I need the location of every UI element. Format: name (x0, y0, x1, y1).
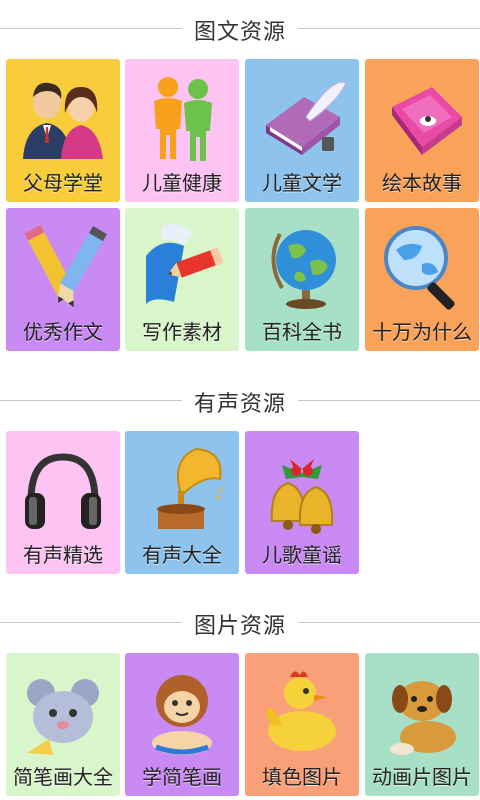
tile-picture-stories[interactable]: 绘本故事 (365, 59, 479, 202)
globe-icon (271, 230, 336, 309)
tile-label: 优秀作文 (23, 320, 103, 344)
storybook-icon (392, 87, 462, 155)
mouse-cheese-icon (27, 679, 99, 755)
tile-stick-drawing-collection[interactable]: 简笔画大全 (6, 653, 120, 796)
tile-label: 写作素材 (142, 320, 222, 344)
monkey-icon (152, 675, 212, 755)
section-title: 有声资源 (193, 392, 286, 417)
tile-children-health[interactable]: 儿童健康 (125, 59, 239, 202)
tile-label: 儿童文学 (262, 171, 342, 195)
svg-text:♪: ♪ (214, 484, 224, 503)
duckling-icon (266, 671, 336, 751)
tile-label: 动画片图片 (372, 765, 472, 789)
tile-label: 儿童健康 (142, 171, 222, 195)
tile-children-literature[interactable]: 儿童文学 (245, 59, 359, 202)
tile-encyclopedia[interactable]: 百科全书 (245, 208, 359, 351)
section-header-audio-resources: 有声资源 (0, 380, 480, 420)
tile-label: 父母学堂 (23, 171, 103, 195)
divider-line (298, 28, 480, 29)
tile-label: 儿歌童谣 (262, 543, 342, 567)
tile-label: 百科全书 (262, 320, 342, 344)
tile-parents-school[interactable]: 父母学堂 (6, 59, 120, 202)
tile-audio-collection[interactable]: ♪ 有声大全 (125, 431, 239, 574)
parents-icon (23, 82, 103, 159)
section-title: 图文资源 (193, 20, 286, 45)
children-health-icon (154, 77, 212, 161)
pencils-icon (24, 225, 107, 308)
headphones-icon (25, 453, 101, 529)
tile-learn-stick-drawing[interactable]: 学简笔画 (125, 653, 239, 796)
tile-label: 有声精选 (23, 543, 103, 567)
magnifier-globe-icon (384, 226, 455, 310)
section-header-picture-resources: 图片资源 (0, 602, 480, 642)
tile-label: 绘本故事 (382, 171, 462, 195)
tile-excellent-essays[interactable]: 优秀作文 (6, 208, 120, 351)
tile-label: 简笔画大全 (13, 765, 113, 789)
divider-line (298, 400, 480, 401)
section-header-text-resources: 图文资源 (0, 8, 480, 48)
section-title: 图片资源 (193, 614, 286, 639)
tile-audio-picks[interactable]: 有声精选 (6, 431, 120, 574)
tile-label: 十万为什么 (372, 320, 472, 344)
tile-writing-materials[interactable]: 写作素材 (125, 208, 239, 351)
pencil-paper-icon (146, 224, 224, 304)
puppy-icon (390, 681, 456, 755)
divider-line (298, 622, 480, 623)
tile-hundred-thousand-whys[interactable]: 十万为什么 (365, 208, 479, 351)
tile-label: 有声大全 (142, 543, 222, 567)
tile-label: 填色图片 (262, 765, 342, 789)
tile-cartoon-pictures[interactable]: 动画片图片 (365, 653, 479, 796)
tile-label: 学简笔画 (142, 765, 222, 789)
book-quill-icon (266, 81, 347, 155)
tile-coloring-pictures[interactable]: 填色图片 (245, 653, 359, 796)
tile-childrens-songs[interactable]: 儿歌童谣 (245, 431, 359, 574)
christmas-bells-icon (270, 459, 334, 534)
gramophone-icon: ♪ (157, 447, 224, 529)
